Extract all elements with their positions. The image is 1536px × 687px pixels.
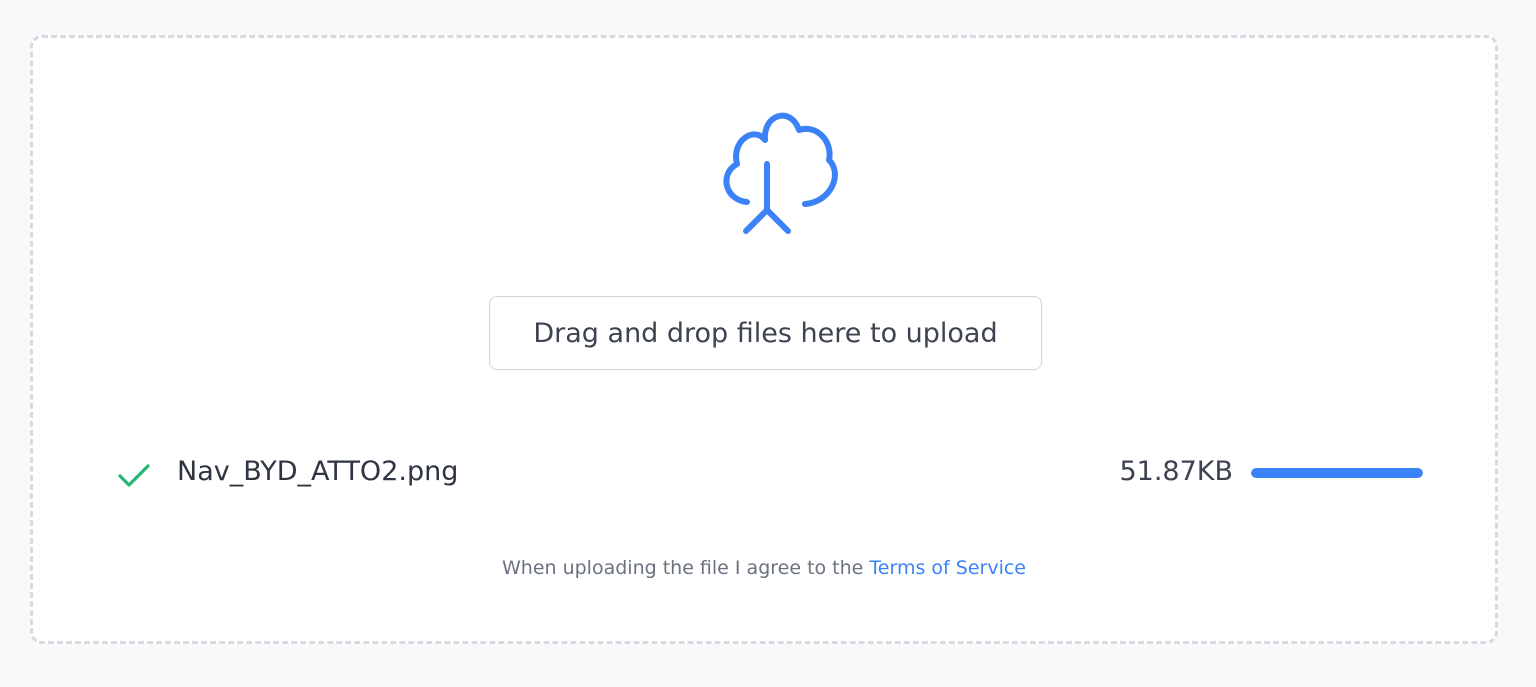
upload-progress-fill <box>1251 468 1423 478</box>
file-name: Nav_BYD_ATTO2.png <box>177 456 459 487</box>
file-size: 51.87KB <box>1119 456 1233 487</box>
drag-drop-upload-button[interactable]: Drag and drop files here to upload <box>489 296 1042 370</box>
terms-notice: When uploading the file I agree to the T… <box>33 557 1495 579</box>
file-list-item: Nav_BYD_ATTO2.png 51.87KB <box>117 452 1423 496</box>
terms-of-service-link[interactable]: Terms of Service <box>869 557 1026 579</box>
upload-dropzone[interactable]: Drag and drop files here to upload Nav_B… <box>30 35 1498 644</box>
check-icon <box>117 458 151 492</box>
terms-text: When uploading the file I agree to the <box>501 557 864 579</box>
cloud-upload-icon <box>703 102 843 242</box>
upload-progress-bar <box>1251 468 1423 478</box>
